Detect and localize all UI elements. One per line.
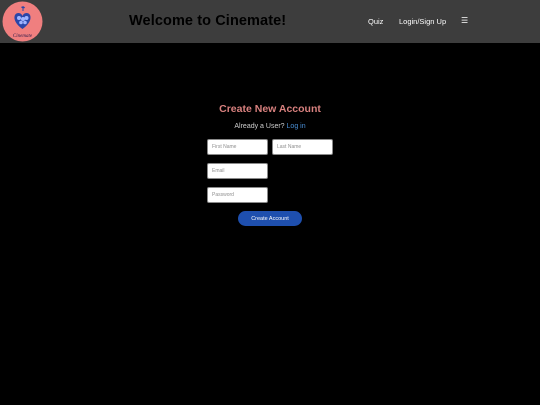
email-input[interactable] bbox=[207, 163, 268, 179]
login-link[interactable]: Log in bbox=[287, 123, 306, 130]
nav-login-signup-link[interactable]: Login/Sign Up bbox=[399, 17, 446, 26]
create-account-button[interactable]: Create Account bbox=[238, 211, 302, 226]
already-user-line: Already a User? Log in bbox=[0, 123, 540, 130]
nav-quiz-link[interactable]: Quiz bbox=[368, 17, 383, 26]
already-user-text: Already a User? bbox=[234, 123, 285, 130]
first-name-input[interactable] bbox=[207, 139, 268, 155]
cinemate-logo[interactable]: Cinemate bbox=[2, 1, 43, 42]
form-title: Create New Account bbox=[219, 103, 321, 115]
password-input[interactable] bbox=[207, 187, 268, 203]
last-name-input[interactable] bbox=[272, 139, 333, 155]
hamburger-menu-icon[interactable]: ☰ bbox=[461, 16, 468, 25]
heart-popcorn-logo-icon: Cinemate bbox=[2, 1, 43, 42]
logo-text: Cinemate bbox=[13, 34, 33, 39]
site-title: Welcome to Cinemate! bbox=[129, 13, 287, 29]
navbar: Cinemate Welcome to Cinemate! Quiz Login… bbox=[0, 0, 540, 43]
signup-form: Create New Account Already a User? Log i… bbox=[0, 100, 540, 240]
